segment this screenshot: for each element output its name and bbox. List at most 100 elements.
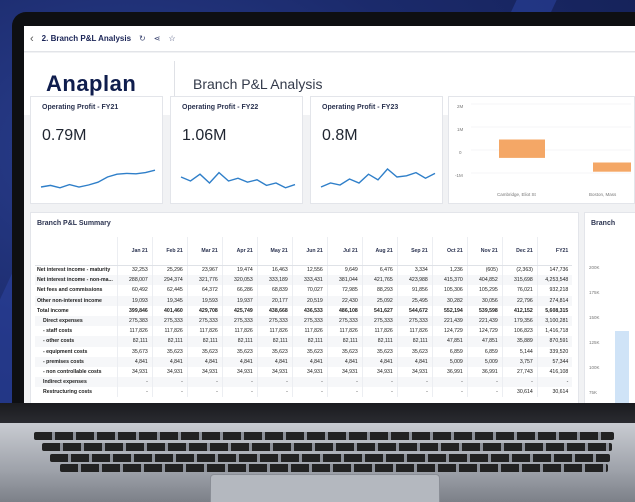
table-cell[interactable]: 3,334	[396, 265, 433, 276]
table-row[interactable]: Net fees and commissions 60,492 62,445 64,3…	[35, 285, 573, 296]
table-cell[interactable]: 19,474	[221, 265, 258, 276]
table-cell[interactable]: -	[361, 377, 398, 388]
table-cell[interactable]: 82,111	[221, 336, 258, 347]
table-cell[interactable]: 425,749	[221, 305, 258, 316]
table-cell[interactable]: 35,889	[501, 336, 538, 347]
table-cell[interactable]: 19,593	[186, 295, 223, 306]
table-cell[interactable]: 30,614	[536, 387, 573, 398]
column-header[interactable]: Jun 21	[291, 237, 328, 266]
table-cell[interactable]: 91,856	[396, 285, 433, 296]
waterfall-bar[interactable]	[499, 139, 545, 158]
table-cell[interactable]: 315,698	[501, 275, 538, 286]
table-cell[interactable]: 399,846	[116, 305, 153, 316]
table-cell[interactable]: 404,852	[466, 275, 503, 286]
table-cell[interactable]: 147,736	[536, 265, 573, 276]
column-header[interactable]: Mar 21	[186, 237, 223, 266]
table-row[interactable]: - non controllable costs 34,931 34,931 34,9…	[35, 366, 573, 378]
table-row[interactable]: Net interest income - non-ma... 288,007 29…	[35, 275, 573, 286]
table-cell[interactable]: 275,333	[256, 315, 293, 327]
table-cell[interactable]: 57,344	[536, 356, 573, 367]
table-cell[interactable]: 35,623	[326, 346, 363, 357]
column-header[interactable]: Apr 21	[221, 237, 258, 266]
table-cell[interactable]: 23,967	[186, 265, 223, 276]
table-row[interactable]: Net interest income - maturity 32,253 25,2…	[35, 265, 573, 276]
table-cell[interactable]: 34,931	[291, 366, 328, 378]
breadcrumb[interactable]: 2. Branch P&L Analysis	[42, 34, 131, 43]
table-cell[interactable]: 539,598	[466, 305, 503, 316]
table-cell[interactable]: 68,839	[256, 285, 293, 296]
kpi-card-fy22[interactable]: Operating Profit - FY22 1.06M	[170, 96, 303, 204]
table-row[interactable]: Direct expenses 275,383 275,333 275,333 275,…	[35, 315, 573, 327]
table-cell[interactable]: 30,614	[501, 387, 538, 398]
table-cell[interactable]: 275,333	[291, 315, 328, 327]
table-cell[interactable]: 30,282	[431, 295, 468, 306]
table-cell[interactable]: -	[221, 387, 258, 398]
table-row[interactable]: - staff costs 117,826 117,826 117,826 117,82…	[35, 326, 573, 337]
table-cell[interactable]: 88,293	[361, 285, 398, 296]
table-cell[interactable]: -	[116, 387, 153, 398]
table-cell[interactable]: -	[431, 387, 468, 398]
table-cell[interactable]: 35,623	[291, 346, 328, 357]
table-row[interactable]: Total income 399,846 401,460 429,708 425,749…	[35, 305, 573, 316]
table-row[interactable]: Restructuring costs - - - - - - - - - - -30,614 30,6…	[35, 387, 573, 398]
table-cell[interactable]: 932,218	[536, 285, 573, 296]
column-header[interactable]: May 21	[256, 237, 293, 266]
table-cell[interactable]: 4,841	[116, 356, 153, 367]
table-cell[interactable]: 486,108	[326, 305, 363, 316]
column-header[interactable]: Nov 21	[466, 237, 503, 266]
table-cell[interactable]: 4,841	[256, 356, 293, 367]
table-cell[interactable]: 36,991	[466, 366, 503, 378]
table-cell[interactable]: -	[151, 387, 188, 398]
column-header[interactable]: Oct 21	[431, 237, 468, 266]
table-cell[interactable]: 429,708	[186, 305, 223, 316]
table-cell[interactable]: 22,430	[326, 295, 363, 306]
table-cell[interactable]: 179,356	[501, 315, 538, 327]
table-cell[interactable]: -	[396, 377, 433, 388]
table-cell[interactable]: -	[361, 387, 398, 398]
table-row[interactable]: - equipment costs 35,673 35,623 35,623 35,62…	[35, 346, 573, 357]
table-cell[interactable]: -	[431, 377, 468, 388]
table-cell[interactable]: 60,492	[116, 285, 153, 296]
table-cell[interactable]: 552,194	[431, 305, 468, 316]
table-cell[interactable]: 4,841	[151, 356, 188, 367]
column-header[interactable]: Jul 21	[326, 237, 363, 266]
table-cell[interactable]: 30,056	[466, 295, 503, 306]
table-cell[interactable]: 124,729	[466, 326, 503, 337]
table-cell[interactable]: 4,253,548	[536, 275, 573, 286]
table-cell[interactable]: 1,416,718	[536, 326, 573, 337]
table-cell[interactable]: 275,333	[361, 315, 398, 327]
table-cell[interactable]: 32,253	[116, 265, 153, 276]
table-cell[interactable]: 436,533	[291, 305, 328, 316]
table-cell[interactable]: 70,027	[291, 285, 328, 296]
table-cell[interactable]: 416,108	[536, 366, 573, 378]
table-cell[interactable]: 20,177	[256, 295, 293, 306]
table-cell[interactable]: 25,092	[361, 295, 398, 306]
table-cell[interactable]: 34,931	[221, 366, 258, 378]
table-cell[interactable]: -	[116, 377, 153, 388]
table-cell[interactable]: -	[291, 387, 328, 398]
table-cell[interactable]: 34,931	[396, 366, 433, 378]
table-cell[interactable]: 288,007	[116, 275, 153, 286]
table-cell[interactable]: 34,931	[151, 366, 188, 378]
table-cell[interactable]: 4,841	[291, 356, 328, 367]
table-cell[interactable]: 82,111	[326, 336, 363, 347]
table-cell[interactable]: 117,826	[326, 326, 363, 337]
table-cell[interactable]: 82,111	[361, 336, 398, 347]
table-row[interactable]: Other non-interest income 19,093 19,345 19,…	[35, 295, 573, 306]
table-cell[interactable]: 5,608,315	[536, 305, 573, 316]
table-cell[interactable]: 72,985	[326, 285, 363, 296]
star-icon[interactable]: ☆	[168, 34, 175, 43]
table-cell[interactable]: (605)	[466, 265, 503, 276]
table-cell[interactable]: 117,826	[116, 326, 153, 337]
table-cell[interactable]: 421,765	[361, 275, 398, 286]
table-cell[interactable]: 117,826	[361, 326, 398, 337]
table-cell[interactable]: 9,649	[326, 265, 363, 276]
table-cell[interactable]: -	[186, 377, 223, 388]
table-cell[interactable]: -	[326, 377, 363, 388]
table-cell[interactable]: 19,093	[116, 295, 153, 306]
table-cell[interactable]: 333,431	[291, 275, 328, 286]
table-cell[interactable]: 401,460	[151, 305, 188, 316]
table-cell[interactable]: 76,021	[501, 285, 538, 296]
table-cell[interactable]: -	[221, 377, 258, 388]
table-cell[interactable]: 321,776	[186, 275, 223, 286]
